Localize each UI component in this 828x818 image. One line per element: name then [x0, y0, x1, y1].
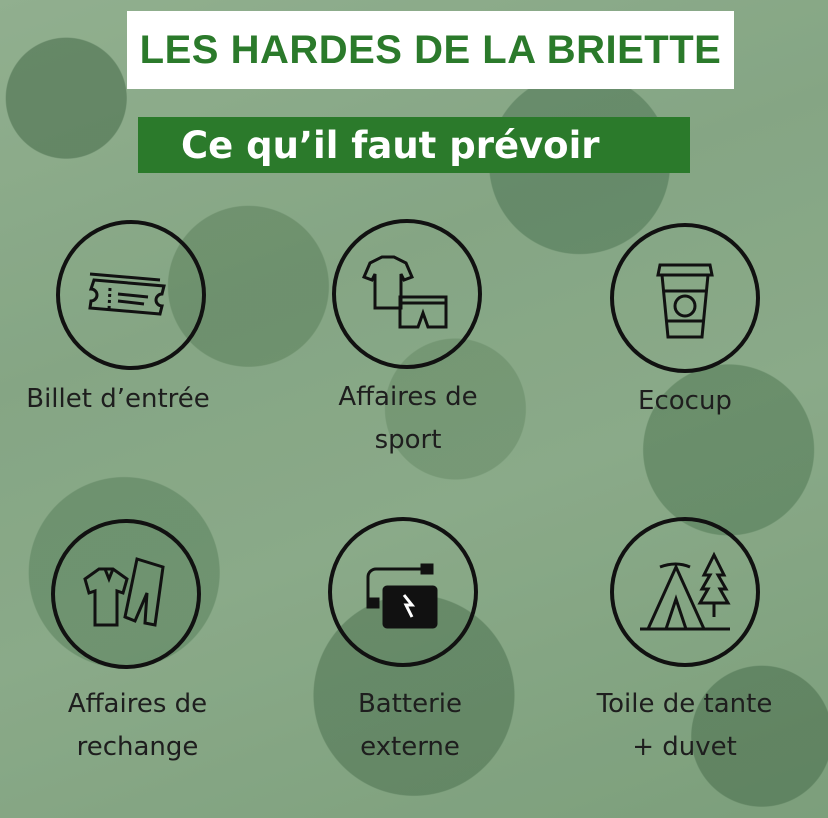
spare-clothes-icon [51, 519, 201, 669]
page-subtitle: Ce qu’il faut prévoir [138, 117, 690, 173]
label-ticket: Billet d’entrée [26, 384, 210, 414]
label-spare-clothes: Affaires de rechange [67, 689, 208, 762]
label-sport-clothes: Affaires de sport [338, 382, 478, 455]
sport-clothes-icon [332, 219, 482, 369]
label-power-bank: Batterie externe [357, 689, 463, 762]
ecocup-icon [610, 223, 760, 373]
ticket-icon [56, 220, 206, 370]
label-ecocup: Ecocup [638, 386, 732, 416]
tent-icon [610, 517, 760, 667]
label-tent: Toile de tante + duvet [596, 689, 773, 762]
page-title: LES HARDES DE LA BRIETTE [127, 11, 734, 89]
poster: LES HARDES DE LA BRIETTE Ce qu’il faut p… [0, 0, 828, 818]
power-bank-icon [328, 517, 478, 667]
